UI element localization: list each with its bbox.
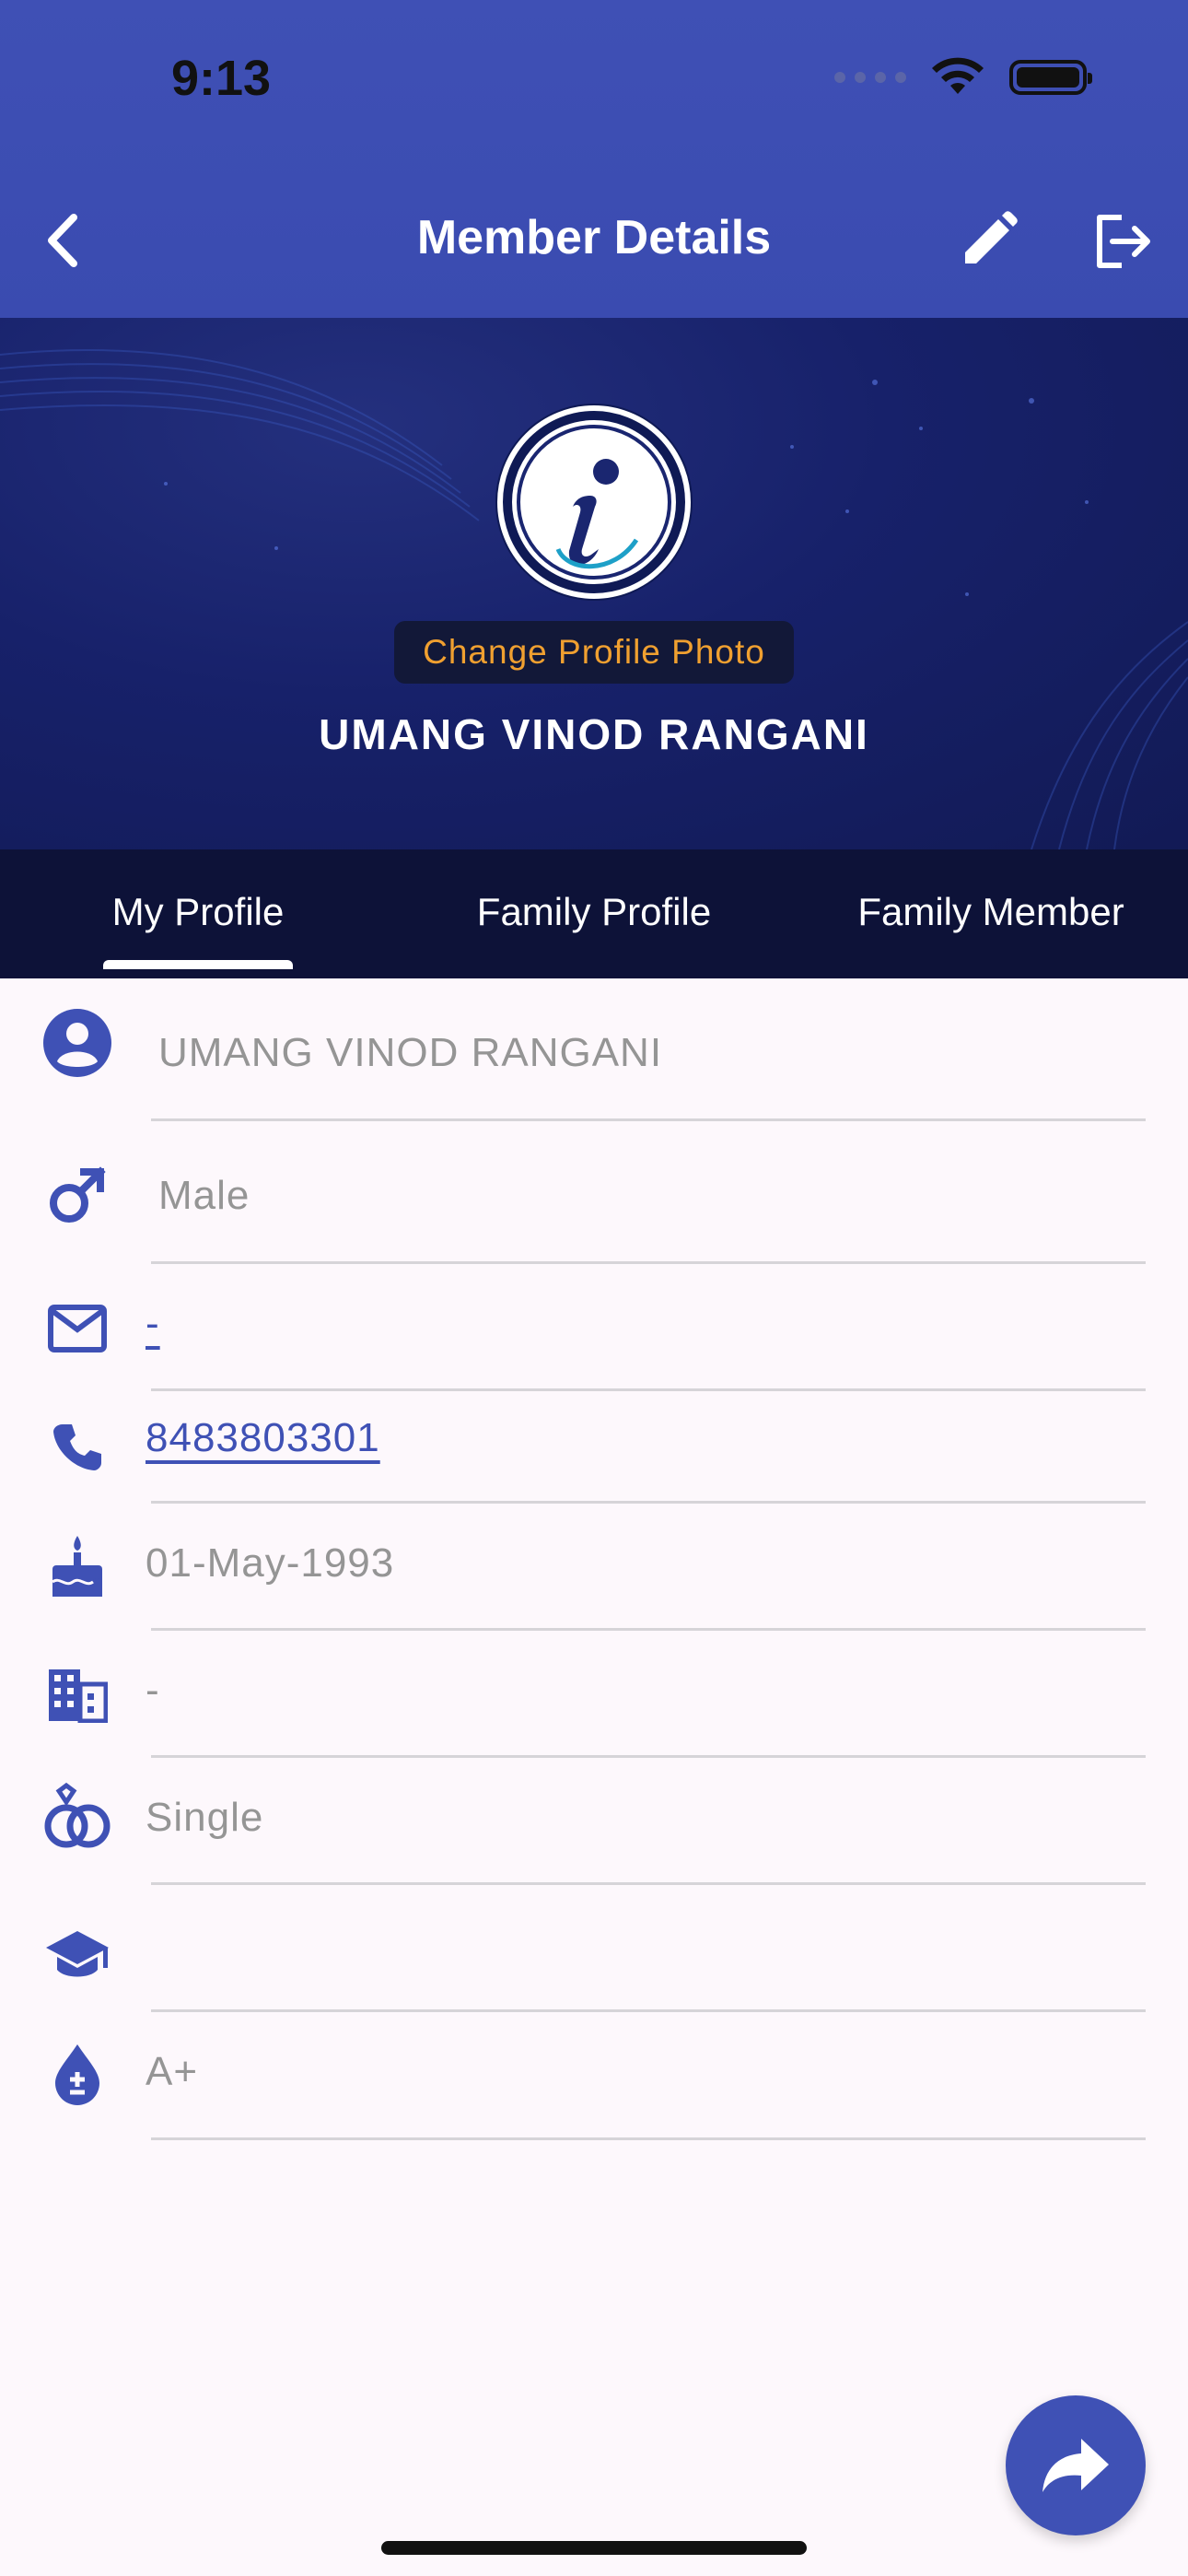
email-link[interactable]: - <box>146 1301 160 1347</box>
detail-row-blood: A+ <box>0 2012 1188 2141</box>
tab-family-member[interactable]: Family Member <box>844 890 1138 934</box>
company-value: - <box>146 1668 160 1713</box>
business-icon <box>41 1658 114 1732</box>
detail-row-phone: 8483803301 <box>0 1391 1188 1504</box>
profile-header: Change Profile Photo UMANG VINOD RANGANI <box>0 318 1188 849</box>
active-tab-indicator <box>103 960 293 969</box>
gender-value: Male <box>158 1173 250 1218</box>
birthdate-value: 01-May-1993 <box>146 1540 395 1586</box>
cake-icon <box>41 1529 114 1603</box>
status-icons <box>834 57 1092 98</box>
wifi-icon <box>932 57 984 94</box>
detail-row-name: UMANG VINOD RANGANI <box>0 978 1188 1121</box>
phone-link[interactable]: 8483803301 <box>146 1415 380 1461</box>
detail-row-marital: Single <box>0 1758 1188 1885</box>
logout-icon[interactable] <box>1089 208 1155 275</box>
blood-drop-icon <box>41 2036 114 2110</box>
full-name-value: UMANG VINOD RANGANI <box>158 1030 663 1075</box>
share-icon <box>1042 2439 1109 2492</box>
detail-row-gender: Male <box>0 1121 1188 1264</box>
share-button[interactable] <box>1006 2395 1146 2535</box>
info-logo-icon <box>503 411 685 593</box>
avatar[interactable] <box>497 405 691 599</box>
detail-row-education <box>0 1885 1188 2012</box>
home-indicator <box>381 2541 807 2555</box>
email-icon <box>41 1292 114 1365</box>
education-icon <box>41 1918 114 1992</box>
app-bar: 9:13 Member Details <box>0 0 1188 318</box>
phone-icon <box>41 1410 114 1483</box>
member-name: UMANG VINOD RANGANI <box>319 710 869 758</box>
detail-row-company: - <box>0 1631 1188 1758</box>
status-time: 9:13 <box>171 51 272 106</box>
signal-icon <box>834 72 906 83</box>
battery-icon <box>1009 60 1092 95</box>
blood-group-value: A+ <box>146 2049 199 2094</box>
marital-status-value: Single <box>146 1795 264 1840</box>
rings-icon <box>41 1780 114 1854</box>
edit-icon[interactable] <box>958 210 1019 271</box>
profile-tabs: My Profile Family Profile Family Member <box>0 849 1188 978</box>
person-icon <box>41 1006 114 1080</box>
divider <box>151 2137 1146 2140</box>
detail-row-birthdate: 01-May-1993 <box>0 1504 1188 1631</box>
tab-my-profile[interactable]: My Profile <box>103 890 293 934</box>
detail-row-email: - <box>0 1264 1188 1391</box>
change-photo-button[interactable]: Change Profile Photo <box>394 621 794 684</box>
tab-family-profile[interactable]: Family Profile <box>460 890 728 934</box>
male-icon <box>41 1158 114 1232</box>
